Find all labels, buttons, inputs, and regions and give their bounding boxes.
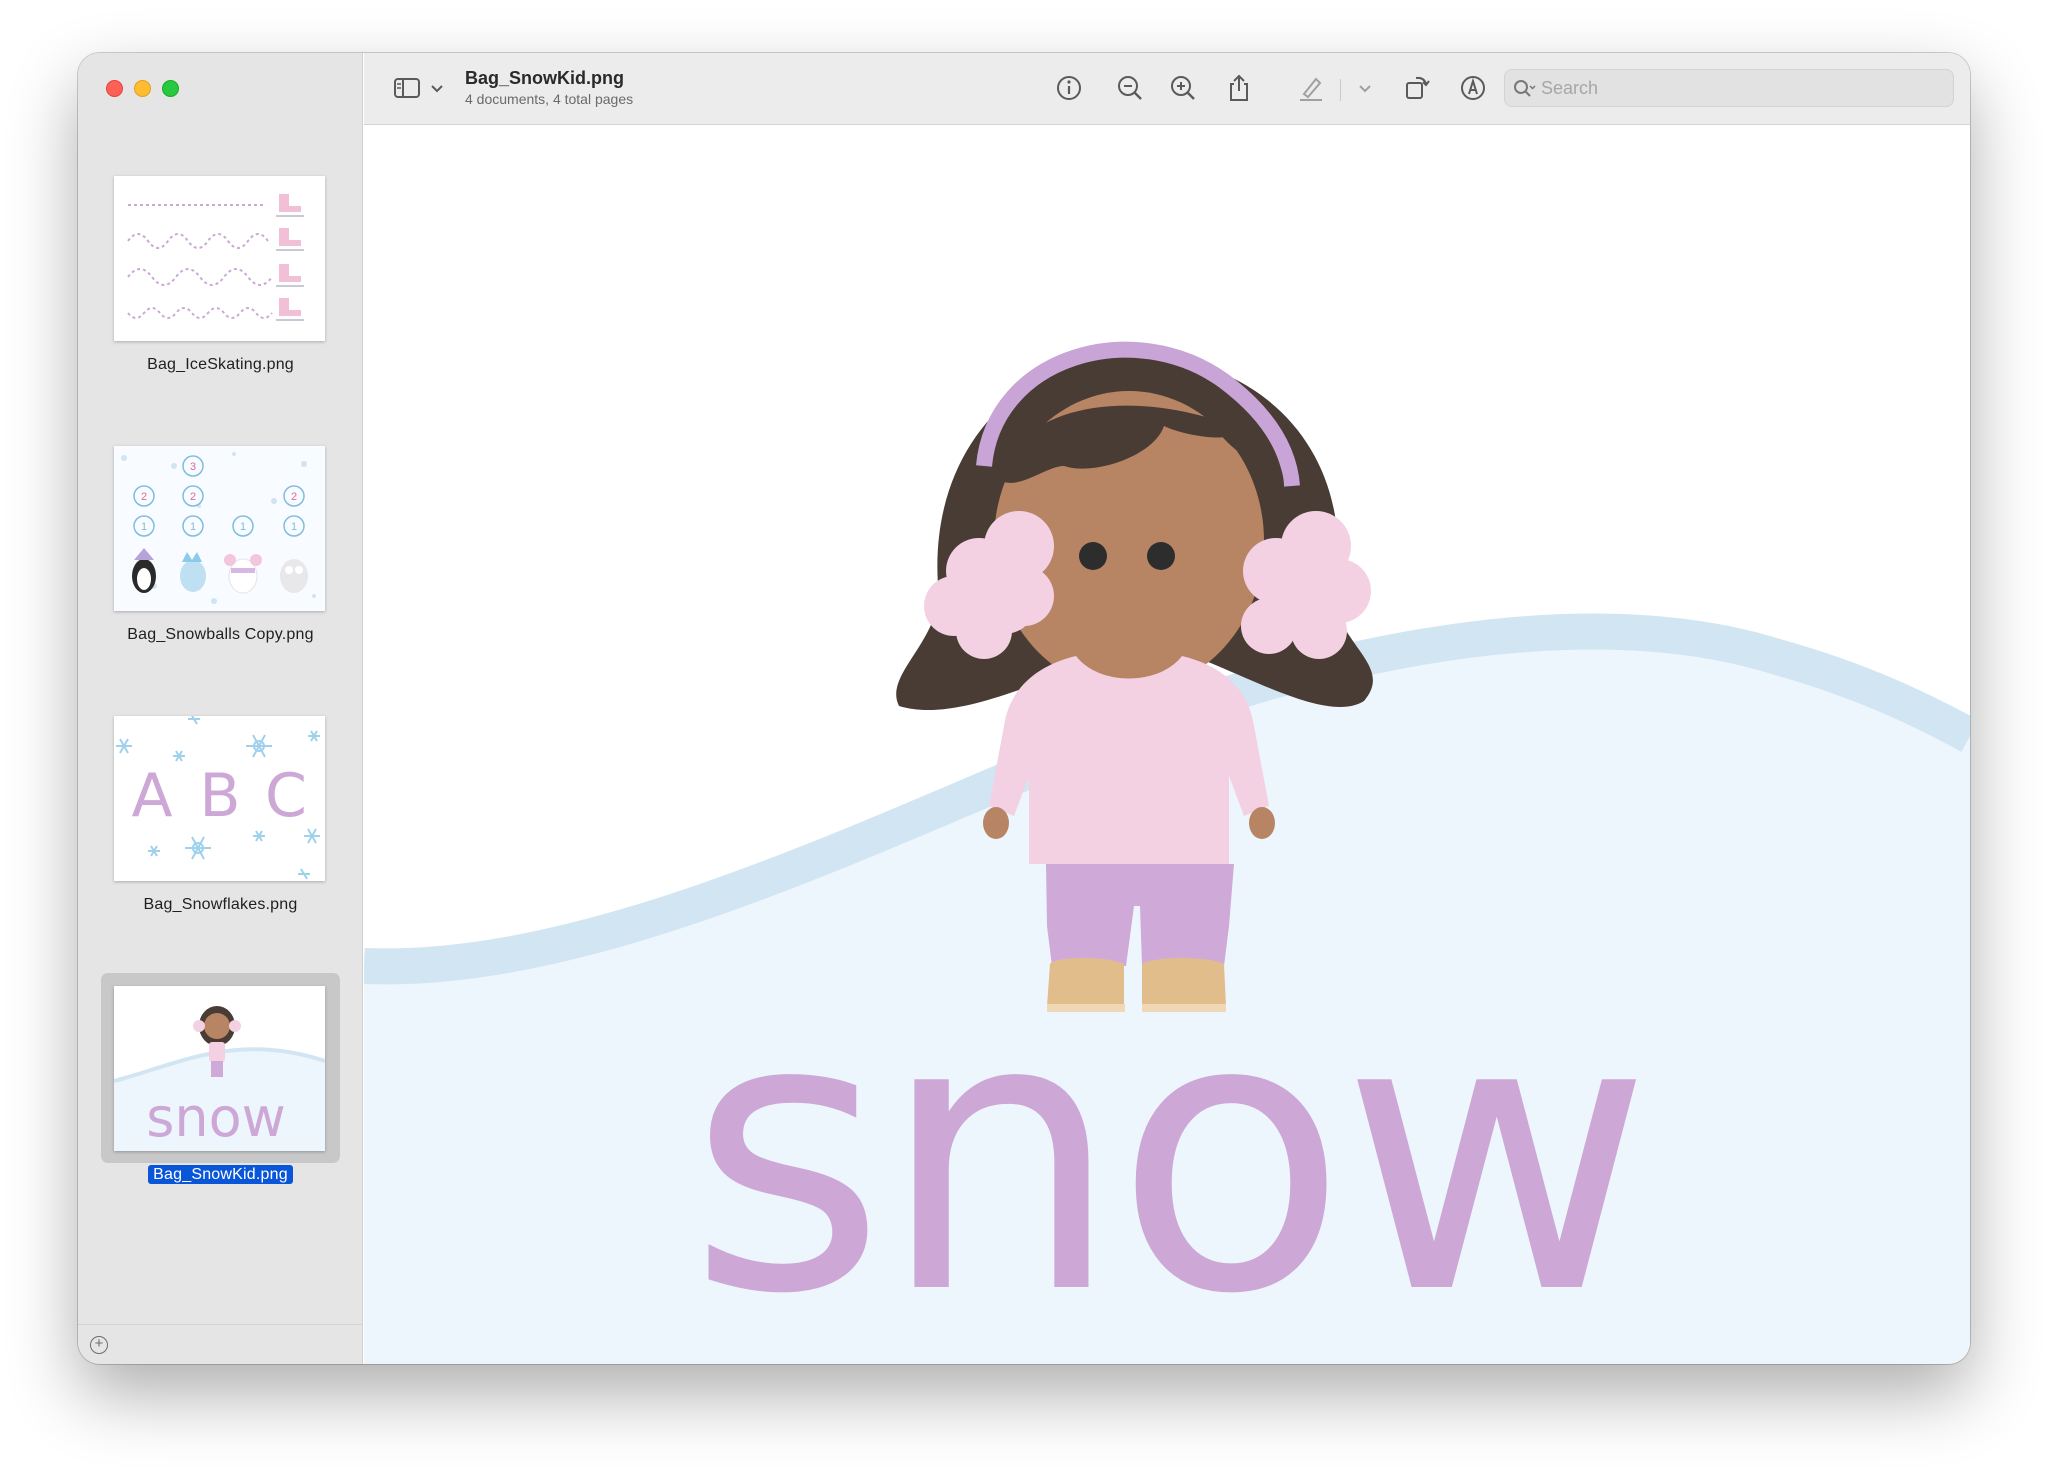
preview-window: Bag_IceSkating.png 3 2 2 2 1 1 1 1 Bag_S… — [78, 53, 1970, 1364]
chevron-down-icon[interactable] — [1350, 73, 1371, 103]
snowball-number: 3 — [190, 461, 196, 473]
thumbnail-label-selected: Bag_SnowKid.png — [78, 1165, 363, 1184]
sidebar-toggle-icon[interactable] — [392, 73, 422, 103]
thumbnail-letter: C — [265, 761, 307, 831]
thumbnail-snowflakes[interactable]: A B C — [114, 716, 325, 881]
zoom-window-button[interactable] — [162, 80, 179, 97]
rotate-icon[interactable] — [1402, 73, 1432, 103]
thumbnail-iceskating[interactable] — [114, 176, 325, 341]
thumbnail-letter: B — [199, 761, 240, 831]
info-icon[interactable] — [1054, 73, 1084, 103]
snowball-number: 2 — [190, 491, 196, 503]
toolbar: Bag_SnowKid.png 4 documents, 4 total pag… — [364, 53, 1970, 125]
markup-icon[interactable] — [1458, 73, 1488, 103]
search-icon — [1511, 76, 1537, 102]
toolbar-separator — [1340, 79, 1341, 101]
search-field[interactable] — [1504, 69, 1954, 107]
window-controls — [106, 80, 179, 97]
snow-word-text: snow — [687, 934, 1652, 1364]
document-viewer[interactable]: snow — [364, 126, 1970, 1364]
document-title: Bag_SnowKid.png — [465, 68, 624, 88]
sidebar-footer: + — [78, 1324, 363, 1364]
thumbnail-snowkid[interactable]: snow — [114, 986, 325, 1151]
selected-filename: Bag_SnowKid.png — [148, 1165, 293, 1184]
close-window-button[interactable] — [106, 80, 123, 97]
thumbnail-label: Bag_Snowflakes.png — [143, 896, 298, 913]
thumbnail-label: Bag_IceSkating.png — [147, 356, 294, 373]
snowball-number: 2 — [291, 491, 297, 503]
zoom-out-icon[interactable] — [1115, 73, 1145, 103]
chevron-down-icon[interactable] — [422, 73, 443, 103]
add-page-button[interactable]: + — [90, 1336, 108, 1354]
snowball-number: 1 — [141, 521, 147, 533]
snowball-number: 1 — [190, 521, 196, 533]
document-subtitle: 4 documents, 4 total pages — [465, 91, 634, 107]
search-input[interactable] — [1541, 70, 1941, 106]
snowball-number: 2 — [141, 491, 147, 503]
highlight-pen-icon[interactable] — [1296, 73, 1326, 103]
zoom-in-icon[interactable] — [1168, 73, 1198, 103]
thumbnail-label: Bag_Snowballs Copy.png — [127, 626, 314, 643]
snowball-number: 1 — [240, 521, 246, 533]
thumbnail-word: snow — [146, 1086, 286, 1149]
thumbnail-snowballs[interactable]: 3 2 2 2 1 1 1 1 — [114, 446, 325, 611]
sidebar: Bag_IceSkating.png 3 2 2 2 1 1 1 1 Bag_S… — [78, 53, 363, 1364]
snowball-number: 1 — [291, 521, 297, 533]
thumbnail-letter: A — [131, 761, 172, 831]
minimize-window-button[interactable] — [134, 80, 151, 97]
share-icon[interactable] — [1224, 73, 1254, 103]
